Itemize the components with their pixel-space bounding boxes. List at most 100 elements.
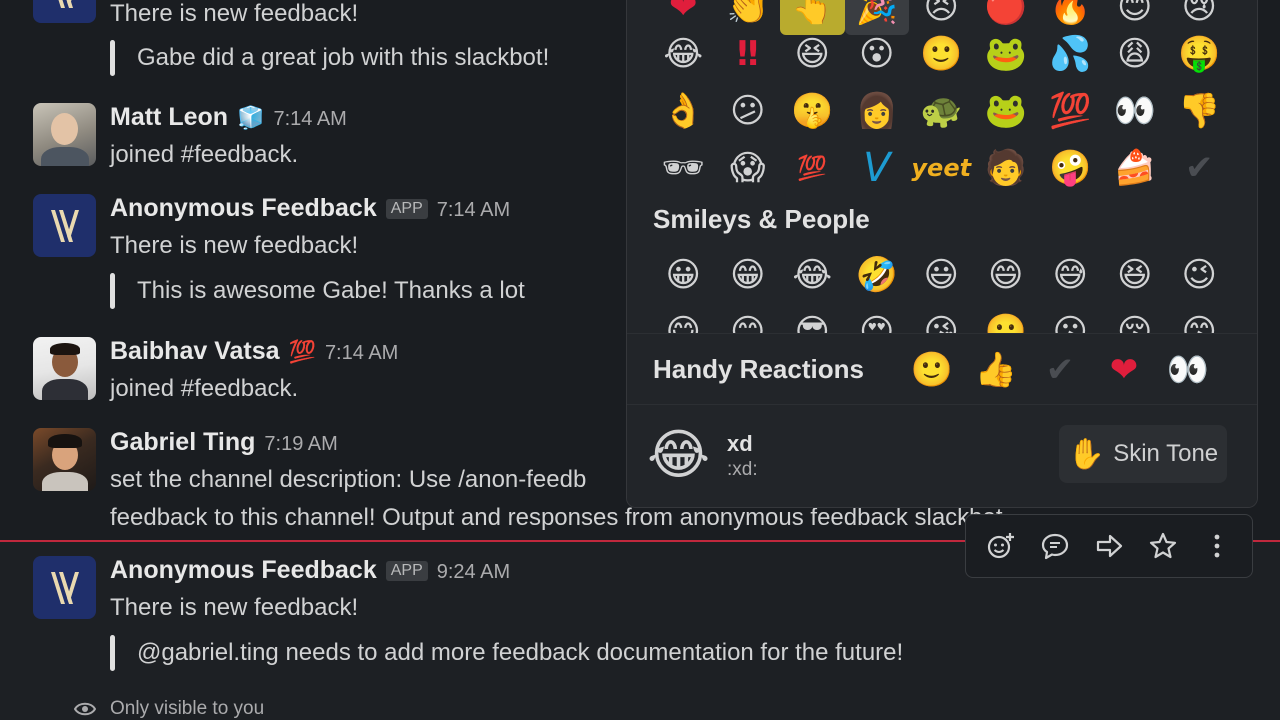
emoji-custom-person-2[interactable]: 🧑 [974, 139, 1039, 196]
only-visible-text: Only visible to you [110, 698, 265, 719]
avatar[interactable] [33, 428, 96, 491]
emoji-thumbs-down[interactable]: 👎 [1167, 82, 1232, 139]
timestamp[interactable]: 7:14 AM [273, 108, 346, 131]
quote-bar [110, 273, 115, 309]
emoji-custom-v-logo[interactable]: V [845, 139, 910, 196]
quote-text: Gabe did a great job with this slackbot! [137, 44, 550, 71]
message-actions-toolbar [965, 514, 1253, 578]
emoji-rofl[interactable]: 🤣 [845, 246, 910, 303]
avatar[interactable] [33, 194, 96, 257]
emoji-open-mouth[interactable]: 😮 [845, 25, 910, 82]
emoji-scream[interactable]: 😱 [716, 139, 781, 196]
save-button[interactable] [1141, 524, 1185, 568]
emoji-joy-2[interactable]: 😂 [780, 246, 845, 303]
emoji-joy[interactable]: 😂 [651, 25, 716, 82]
emoji-grid-frequent: 😂 ‼ 😆 😮 🙂 🐸 💦 😩 🤑 👌 😕 🤫 👩 🐢 🐸 💯 👀 👎 🕶 😱 … [651, 25, 1232, 196]
handy-reactions-bar: Handy Reactions 🙂 👍 ✔ ❤ 👀 [627, 333, 1257, 405]
author-name[interactable]: Matt Leon [110, 103, 228, 132]
avatar[interactable] [33, 0, 96, 23]
handy-emoji-check-mark[interactable]: ✔ [1039, 344, 1081, 396]
emoji-custom-200[interactable]: 💯 [1038, 82, 1103, 139]
status-emoji-icon[interactable]: 🧊 [237, 105, 264, 131]
quote-text: This is awesome Gabe! Thanks a lot [137, 277, 525, 304]
emoji-custom-glasses[interactable]: 🕶 [651, 139, 716, 196]
emoji-slight-smile[interactable]: 🙂 [909, 25, 974, 82]
app-logo-icon [50, 209, 79, 242]
message-text: joined #feedback. [110, 141, 299, 168]
handy-emoji-slight-smile[interactable]: 🙂 [911, 344, 953, 396]
preview-emoji-name: xd [727, 431, 753, 456]
only-visible-notice: Only visible to you [74, 698, 264, 720]
emoji-custom-yeet[interactable]: yeet [909, 139, 974, 196]
emoji-wink[interactable]: 😉 [1167, 246, 1232, 303]
emoji-bangbang[interactable]: ‼ [716, 25, 781, 82]
emoji-eyes[interactable]: 👀 [1103, 82, 1168, 139]
emoji-smile[interactable]: 😄 [974, 246, 1039, 303]
emoji-weary[interactable]: 😩 [1103, 25, 1168, 82]
reply-in-thread-button[interactable] [1033, 524, 1077, 568]
emoji-sweat-drops[interactable]: 💦 [1038, 25, 1103, 82]
avatar[interactable] [33, 103, 96, 166]
emoji-laughing-2[interactable]: 😆 [1103, 246, 1168, 303]
timestamp[interactable]: 7:14 AM [437, 199, 510, 222]
app-logo-icon [50, 571, 79, 604]
emoji-money-mouth[interactable]: 🤑 [1167, 25, 1232, 82]
emoji-confused[interactable]: 😕 [716, 82, 781, 139]
message-text: There is new feedback! [110, 594, 359, 621]
emoji-picker: ❤ 👏 👆 🎉 😣 🔴 🔥 😊 😢 😂 ‼ 😆 😮 🙂 🐸 💦 😩 🤑 👌 😕 … [626, 0, 1258, 508]
forward-button[interactable] [1087, 524, 1131, 568]
handy-emoji-heart[interactable]: ❤ [1103, 344, 1145, 396]
emoji-laughing[interactable]: 😆 [780, 25, 845, 82]
emoji-custom-frog[interactable]: 🐸 [974, 25, 1039, 82]
emoji-sweat-smile[interactable]: 😅 [1038, 246, 1103, 303]
message-header: Anonymous Feedback APP 7:14 AM [110, 194, 510, 223]
message-text: There is new feedback! [110, 232, 359, 259]
message-text: joined #feedback. [110, 375, 299, 402]
preview-emoji-icon: 😂 [647, 423, 711, 486]
handy-emoji-eyes[interactable]: 👀 [1167, 344, 1209, 396]
emoji-grin[interactable]: 😁 [716, 246, 781, 303]
eye-icon [74, 702, 96, 716]
handy-reactions-list: 🙂 👍 ✔ ❤ 👀 [911, 344, 1209, 396]
app-badge: APP [385, 199, 428, 219]
author-name[interactable]: Baibhav Vatsa [110, 337, 280, 366]
avatar[interactable] [33, 337, 96, 400]
emoji-cake[interactable]: 🍰 [1103, 139, 1168, 196]
preview-emoji-code: :xd: [727, 459, 758, 480]
emoji-check-mark[interactable]: ✔ [1167, 139, 1232, 196]
emoji-custom-person[interactable]: 👩 [845, 82, 910, 139]
handy-reactions-label: Handy Reactions [653, 354, 864, 384]
thread-icon [1041, 533, 1069, 560]
quote-bar [110, 635, 115, 671]
status-emoji-icon[interactable]: 💯 [289, 339, 316, 365]
author-name[interactable]: Anonymous Feedback [110, 194, 377, 223]
author-name[interactable]: Anonymous Feedback [110, 556, 377, 585]
message-header: Gabriel Ting 7:19 AM [110, 428, 338, 457]
message-text-continued: feedback to this channel! Output and res… [110, 504, 1003, 531]
emoji-custom-turtle[interactable]: 🐢 [909, 82, 974, 139]
author-name[interactable]: Gabriel Ting [110, 428, 255, 457]
handy-emoji-thumbs-up[interactable]: 👍 [975, 344, 1017, 396]
emoji-smiley[interactable]: 😃 [909, 246, 974, 303]
skin-tone-button[interactable]: ✋ Skin Tone [1059, 425, 1227, 483]
avatar[interactable] [33, 556, 96, 619]
emoji-grinning[interactable]: 😀 [651, 246, 716, 303]
emoji-preview-footer: 😂 xd :xd: ✋ Skin Tone [627, 404, 1257, 507]
timestamp[interactable]: 7:19 AM [264, 433, 337, 456]
skin-tone-label: Skin Tone [1113, 440, 1219, 467]
timestamp[interactable]: 7:14 AM [325, 342, 398, 365]
star-icon [1149, 532, 1177, 559]
message-header: Anonymous Feedback APP 9:24 AM [110, 556, 510, 585]
emoji-ok-hand[interactable]: 👌 [651, 82, 716, 139]
feedback-quote: @gabriel.ting needs to add more feedback… [110, 635, 903, 671]
quote-text: @gabriel.ting needs to add more feedback… [137, 639, 904, 666]
feedback-quote: This is awesome Gabe! Thanks a lot [110, 273, 525, 309]
raised-hand-icon: ✋ [1067, 437, 1106, 471]
emoji-zany[interactable]: 🤪 [1038, 139, 1103, 196]
more-actions-button[interactable] [1195, 524, 1239, 568]
emoji-shushing[interactable]: 🤫 [780, 82, 845, 139]
emoji-custom-frog-2[interactable]: 🐸 [974, 82, 1039, 139]
timestamp[interactable]: 9:24 AM [437, 561, 510, 584]
add-reaction-button[interactable] [979, 524, 1023, 568]
emoji-custom-1000[interactable]: 💯 [780, 139, 845, 196]
